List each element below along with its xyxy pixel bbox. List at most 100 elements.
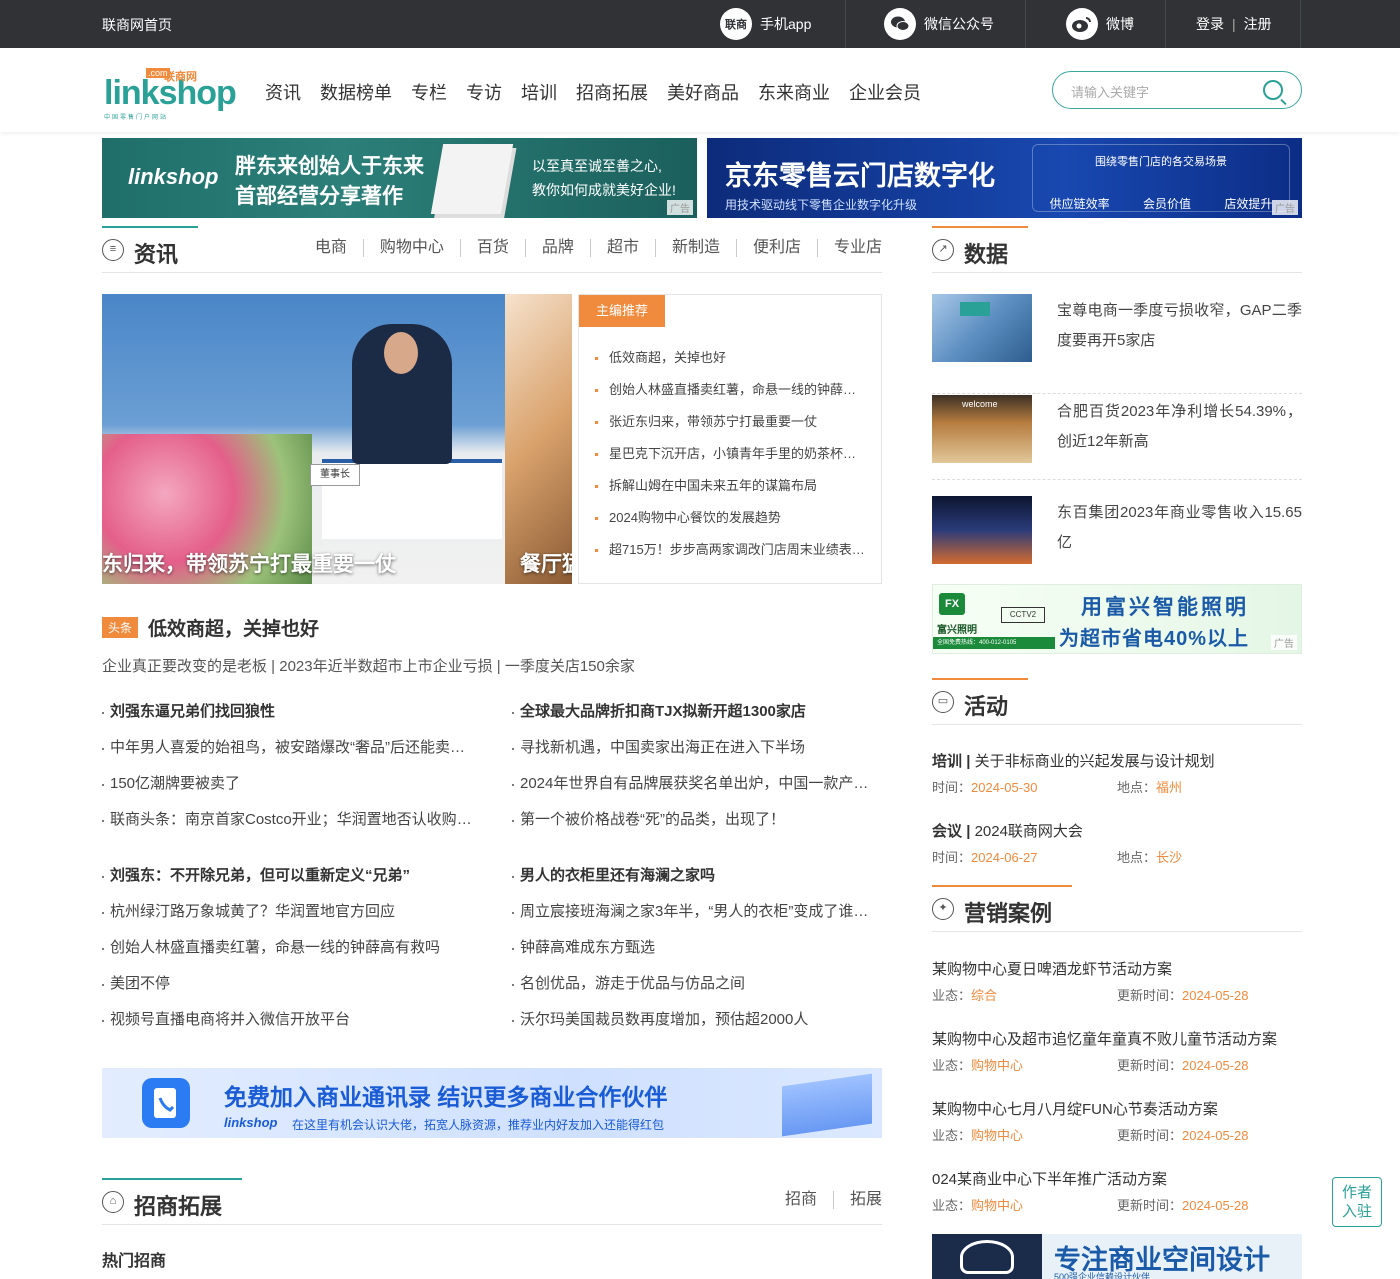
nav-item[interactable]: 东来商业 [758,79,830,105]
category-link[interactable]: 便利店 [735,239,817,257]
ad-text: 为超市省电40%以上 [1059,628,1250,650]
headline-related[interactable]: 企业真正要改变的是老板 | 2023年近半数超市上市企业亏损 | 一季度关店15… [102,655,635,676]
category-link[interactable]: 购物中心 [362,239,460,257]
hotline: 全国免费热线：400-012-0105 [933,637,1055,649]
nav-item[interactable]: 数据榜单 [320,79,392,105]
list-item[interactable]: 钟薛高难成东方甄选 [512,937,882,973]
banner-text: 会员价值 [1142,197,1191,211]
list-item[interactable]: 拆解山姆在中国未来五年的谋篇布局 [595,475,865,507]
list-item[interactable]: 创始人林盛直播卖红薯，命悬一线的钟薛高还能活下去吗 [595,379,865,411]
nav-item[interactable]: 资讯 [265,79,301,105]
list-item[interactable]: 沃尔玛美国裁员数再度增加，预估超2000人 [512,1009,882,1045]
wechat-link[interactable]: 微信公众号 [884,0,994,48]
banner-text: 胖东来创始人于东来 [235,155,424,178]
list-item[interactable]: 张近东归来，带领苏宁打最重要一仗 [595,411,865,443]
lighting-ad-banner[interactable]: FX 富兴照明 CCTV2 全国免费热线：400-012-0105 用富兴智能照… [932,584,1302,654]
design-ad-banner[interactable]: 专注商业空间设计 500强企业信赖设计伙伴 [932,1234,1302,1279]
article-thumbnail [932,294,1032,362]
list-item[interactable]: 视频号直播电商将并入微信开放平台 [102,1009,472,1045]
list-item[interactable]: 150亿潮牌要被卖了 [102,773,472,809]
list-item[interactable]: 联商头条：南京首家Costco开业；华润置地否认收购传闻 [102,809,472,845]
nameplate: 董事长 [310,464,360,486]
category-link[interactable]: 拓展 [832,1191,882,1209]
nav-item[interactable]: 企业会员 [849,79,921,105]
linkshop-logo[interactable]: 联商网 .com linkshop 中国零售门户网站 [104,68,237,121]
contacts-promo-banner[interactable]: 免费加入商业通讯录 结识更多商业合作伙伴 linkshop 在这里有机会认识大佬… [102,1068,882,1138]
search-input[interactable]: 请输入关键字 [1071,82,1149,101]
weibo-link[interactable]: 微博 [1066,0,1134,48]
list-item[interactable]: 刘强东：不开除兄弟，但可以重新定义“兄弟” [102,865,472,901]
category-link[interactable]: 电商 [299,239,363,257]
news-list-col2a: 全球最大品牌折扣商TJX拟新开超1300家店 寻找新机遇，中国卖家出海正在进入下… [512,701,882,845]
place-label: 地点： [1117,780,1157,795]
article-thumbnail [932,496,1032,564]
contacts-book-icon [142,1078,190,1128]
list-item[interactable]: 美团不停 [102,973,472,1009]
mobile-app-link[interactable]: 联商 手机app [720,0,811,48]
list-item[interactable]: 杭州绿汀路万象城黄了？华润置地官方回应 [102,901,472,937]
place-label: 地点： [1117,850,1157,865]
data-item[interactable]: welcome 合肥百货2023年净利增长54.39%，创近12年新高 [932,395,1302,480]
list-item[interactable]: 低效商超，关掉也好 [595,347,865,379]
list-item[interactable]: 中年男人喜爱的始祖鸟，被安踏爆改“奢品”后还能卖给谁 [102,737,472,773]
category-link[interactable]: 招商 [769,1191,833,1209]
main-nav: 资讯 数据榜单 专栏 专访 培训 招商拓展 美好商品 东来商业 企业会员 [265,79,940,105]
list-item[interactable]: 2024购物中心餐饮的发展趋势 [595,507,865,539]
category-link[interactable]: 超市 [589,239,655,257]
accent-bar [932,885,1072,887]
nav-item[interactable]: 美好商品 [667,79,739,105]
featured-slide[interactable]: 董事长 东归来，带领苏宁打最重要一仗 餐厅猛 [102,294,572,584]
data-item[interactable]: 宝尊电商一季度亏损收窄，GAP二季度要再开5家店 [932,294,1302,394]
register-link[interactable]: 注册 [1244,14,1272,34]
search-box[interactable]: 请输入关键字 [1052,71,1302,109]
category-link[interactable]: 新制造 [654,239,736,257]
case-item[interactable]: 某购物中心夏日啤酒龙虾节活动方案 业态：综合 更新时间：2024-05-28 [932,958,1302,1004]
nav-item[interactable]: 招商拓展 [576,79,648,105]
case-item[interactable]: 024某商业中心下半年推广活动方案 业态：购物中心 更新时间：2024-05-2… [932,1168,1302,1214]
list-item[interactable]: 创始人林盛直播卖红薯，命悬一线的钟薛高有救吗 [102,937,472,973]
list-item[interactable]: 第一个被价格战卷“死”的品类，出现了！ [512,809,882,845]
news-list-col1b: 刘强东：不开除兄弟，但可以重新定义“兄弟” 杭州绿汀路万象城黄了？华润置地官方回… [102,865,472,1045]
list-item[interactable]: 名创优品，游走于优品与仿品之间 [512,973,882,1009]
nav-item[interactable]: 专栏 [411,79,447,105]
store-sign: welcome [962,399,998,409]
banner-ad-jd[interactable]: 京东零售云门店数字化 用技术驱动线下零售企业数字化升级 围绕零售门店的各交易场景… [707,138,1302,218]
case-item[interactable]: 某购物中心七月八月绽FUN心节奏活动方案 业态：购物中心 更新时间：2024-0… [932,1098,1302,1144]
biz-label: 业态： [932,1058,972,1073]
list-item[interactable]: 全球最大品牌折扣商TJX拟新开超1300家店 [512,701,882,737]
list-item[interactable]: 星巴克下沉开店，小镇青年手里的奶茶杯变了 [595,443,865,475]
nav-item[interactable]: 培训 [521,79,557,105]
article-title: 东百集团2023年商业零售收入15.65亿 [1057,504,1302,551]
trend-icon: ↗ [932,239,954,261]
list-item[interactable]: 刘强东逼兄弟们找回狼性 [102,701,472,737]
login-link[interactable]: 登录 [1196,14,1224,34]
category-link[interactable]: 专业店 [816,239,882,257]
headline-title[interactable]: 低效商超，关掉也好 [148,614,319,641]
ad-text: 500强企业信赖设计伙伴 [1054,1272,1151,1279]
activity-item[interactable]: 培训 | 关于非标商业的兴起发展与设计规划 时间：2024-05-30 地点：福… [932,750,1302,796]
nav-item[interactable]: 专访 [466,79,502,105]
search-icon[interactable] [1263,80,1283,100]
list-item[interactable]: 男人的衣柜里还有海澜之家吗 [512,865,882,901]
activity-type: 会议 [932,823,963,840]
list-item[interactable]: 2024年世界自有品牌展获奖名单出炉，中国一款产品上榜 [512,773,882,809]
next-slide-photo [505,294,572,584]
author-signup-button[interactable]: 作者 入驻 [1332,1177,1382,1227]
activity-item[interactable]: 会议 | 2024联商网大会 时间：2024-06-27 地点：长沙 [932,820,1302,866]
banner-ad-pangdonglai[interactable]: linkshop 胖东来创始人于东来 首部经营分享著作 以至真至诚至善之心, 教… [102,138,697,218]
divider [1300,0,1301,48]
promo-title: 免费加入商业通讯录 结识更多商业合作伙伴 [224,1084,668,1110]
category-link[interactable]: 百货 [459,239,525,257]
ad-label: 广告 [667,200,693,215]
case-item[interactable]: 某购物中心及超市追忆童年童真不败儿童节活动方案 业态：购物中心 更新时间：202… [932,1028,1302,1074]
cctv-badge: CCTV2 [1001,607,1045,623]
list-item[interactable]: 周立宸接班海澜之家3年半，“男人的衣柜”变成了谁的衣柜 [512,901,882,937]
category-link[interactable]: 品牌 [524,239,590,257]
home-link[interactable]: 联商网首页 [102,15,172,35]
headline-tag: 头条 [102,617,139,638]
time-label: 时间： [932,850,972,865]
logo-tagline: 中国零售门户网站 [104,115,169,121]
list-item[interactable]: 寻找新机遇，中国卖家出海正在进入下半场 [512,737,882,773]
list-item[interactable]: 超715万！步步高两家调改门店周末业绩表现亮眼 [595,539,865,571]
data-item[interactable]: 东百集团2023年商业零售收入15.65亿 [932,496,1302,569]
